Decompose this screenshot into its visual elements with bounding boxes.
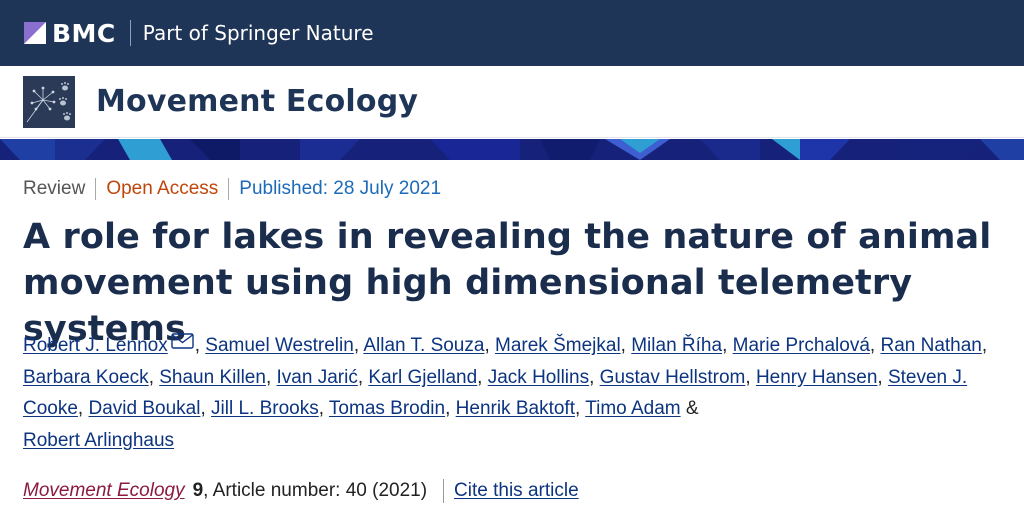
- author-link[interactable]: Jill L. Brooks: [211, 398, 319, 419]
- author-link[interactable]: Shaun Killen: [159, 367, 266, 388]
- article-type: Review: [23, 178, 86, 199]
- author-link[interactable]: Timo Adam: [585, 398, 680, 419]
- journal-header: Movement Ecology: [0, 66, 1024, 138]
- citation-divider: [443, 479, 445, 503]
- citation-journal-link[interactable]: Movement Ecology: [23, 480, 185, 502]
- author-link[interactable]: Allan T. Souza: [363, 335, 484, 356]
- author-link[interactable]: Henrik Baktoft: [456, 398, 575, 419]
- article-meta: Review Open Access Published: 28 July 20…: [23, 176, 441, 202]
- journal-logo-icon[interactable]: [23, 75, 75, 128]
- author-link[interactable]: David Boukal: [88, 398, 200, 419]
- author-link[interactable]: Marek Šmejkal: [495, 335, 621, 356]
- journal-title-link[interactable]: Movement Ecology: [96, 84, 418, 119]
- citation-row: Movement Ecology 9, Article number: 40 (…: [23, 478, 579, 504]
- bmc-logo-link[interactable]: BMC: [24, 19, 116, 48]
- cite-this-article-link[interactable]: Cite this article: [454, 480, 579, 502]
- author-link[interactable]: Milan Říha: [631, 335, 722, 356]
- author-link[interactable]: Henry Hansen: [756, 367, 877, 388]
- author-link[interactable]: Karl Gjelland: [368, 367, 477, 388]
- author-link[interactable]: Robert Arlinghaus: [23, 430, 174, 451]
- mail-icon[interactable]: [171, 333, 195, 349]
- authors-conjunction: &: [685, 398, 699, 419]
- publisher-name: BMC: [52, 18, 116, 48]
- author-link[interactable]: Barbara Koeck: [23, 367, 149, 388]
- publisher-header: BMC Part of Springer Nature: [0, 0, 1024, 66]
- decorative-banner: [0, 139, 1024, 160]
- published-date-link[interactable]: Published: 28 July 2021: [228, 178, 441, 200]
- author-link[interactable]: Marie Prchalová: [733, 335, 870, 356]
- bmc-logo-icon: [24, 22, 46, 44]
- header-divider: [129, 20, 131, 46]
- author-link[interactable]: Tomas Brodin: [329, 398, 445, 419]
- author-link[interactable]: Ran Nathan: [880, 335, 981, 356]
- author-link[interactable]: Ivan Jarić: [277, 367, 358, 388]
- author-link[interactable]: Samuel Westrelin: [205, 335, 354, 356]
- citation-volume: 9: [192, 480, 204, 501]
- author-link[interactable]: Gustav Hellstrom: [600, 367, 746, 388]
- springer-nature-link[interactable]: Part of Springer Nature: [143, 21, 374, 45]
- open-access-badge: Open Access: [95, 178, 228, 200]
- citation-article-number: , Article number: 40 (2021): [203, 480, 428, 501]
- author-link[interactable]: Jack Hollins: [488, 367, 589, 388]
- author-list: Robert J. Lennox, Samuel Westrelin, Alla…: [23, 333, 988, 451]
- author-link[interactable]: Robert J. Lennox: [23, 335, 168, 356]
